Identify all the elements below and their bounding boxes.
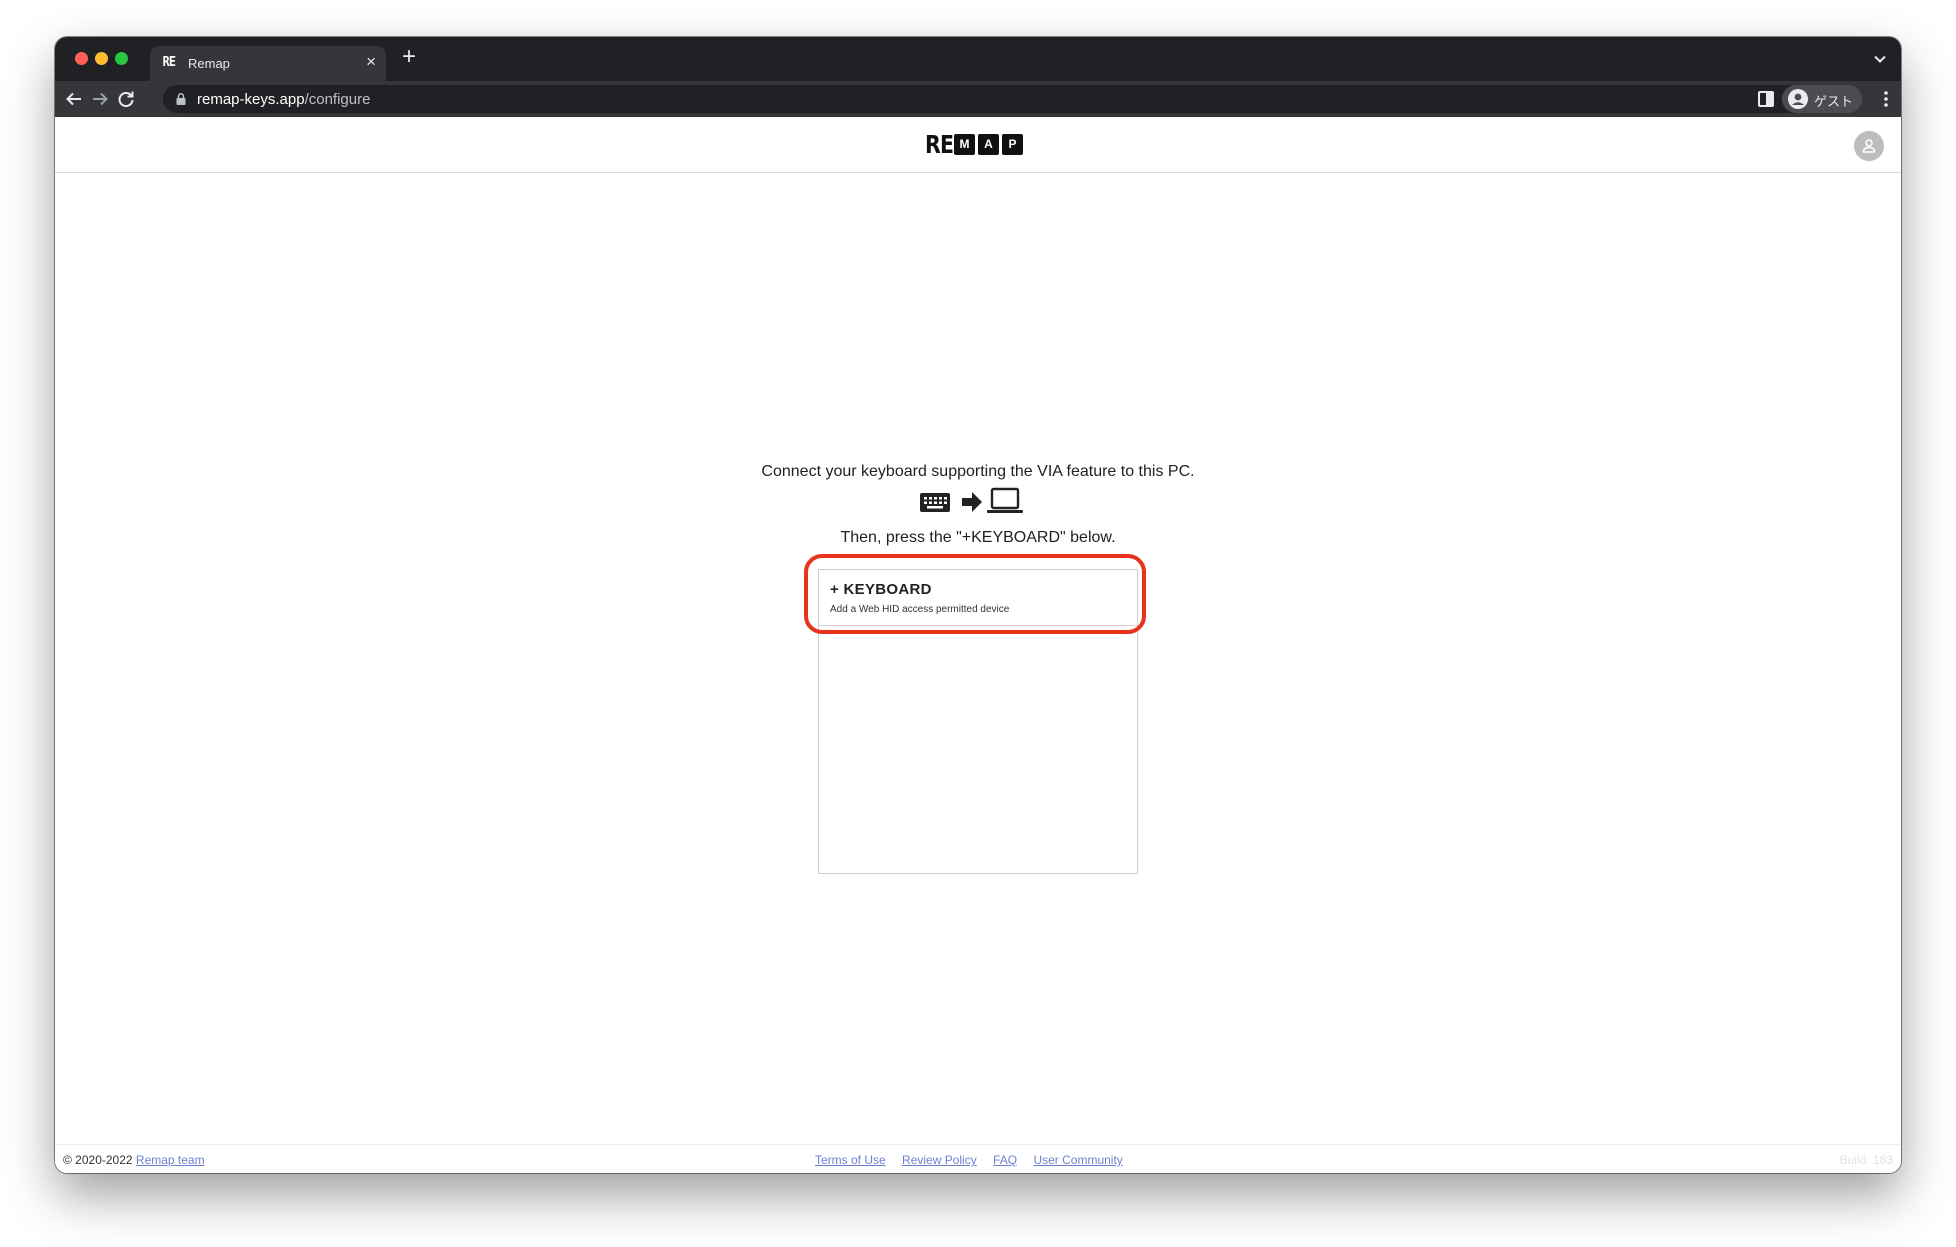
remap-team-link[interactable]: Remap team (136, 1153, 205, 1167)
url-path: /configure (304, 91, 371, 108)
arrow-right-icon (962, 492, 982, 512)
lock-icon[interactable] (175, 92, 187, 106)
browser-tab[interactable]: RE Remap × (150, 46, 386, 81)
terms-of-use-link[interactable]: Terms of Use (815, 1153, 886, 1167)
add-keyboard-button[interactable]: + KEYBOARD Add a Web HID access permitte… (819, 570, 1137, 626)
copyright-text: © 2020-2022 Remap team (63, 1153, 205, 1167)
logo-box-a: A (978, 133, 999, 155)
minimize-window-button[interactable] (95, 52, 108, 65)
remap-favicon-icon: RE (162, 55, 176, 70)
new-tab-button[interactable]: + (402, 43, 416, 71)
account-button[interactable] (1854, 131, 1884, 161)
tab-title: Remap (188, 56, 230, 71)
connect-instruction: Connect your keyboard supporting the VIA… (761, 463, 1195, 480)
remap-logo[interactable]: RE M A P (925, 129, 1023, 159)
browser-toolbar: remap-keys.app/configure ゲスト (55, 81, 1901, 117)
faq-link[interactable]: FAQ (993, 1153, 1017, 1167)
laptop-icon (987, 487, 1023, 513)
profile-label: ゲスト (1814, 95, 1854, 110)
keyboard-list-panel: + KEYBOARD Add a Web HID access permitte… (818, 569, 1138, 874)
guest-profile-button[interactable]: ゲスト (1782, 85, 1862, 113)
forward-arrow-icon[interactable] (89, 88, 111, 110)
add-keyboard-subtitle: Add a Web HID access permitted device (830, 604, 1010, 615)
address-bar[interactable]: remap-keys.app/configure (163, 85, 1859, 113)
reload-icon[interactable] (115, 88, 137, 110)
page-content: RE M A P Connect your keyboard supportin… (55, 117, 1901, 1173)
browser-window: RE Remap × + remap-keys.app/configure ゲス… (55, 37, 1901, 1173)
footer: © 2020-2022 Remap team Terms of Use Revi… (55, 1144, 1901, 1173)
press-instruction: Then, press the "+KEYBOARD" below. (840, 529, 1116, 546)
url-host: remap-keys.app (197, 91, 305, 108)
side-panel-icon[interactable] (1755, 88, 1777, 110)
zoom-window-button[interactable] (115, 52, 128, 65)
close-window-button[interactable] (75, 52, 88, 65)
tab-strip: RE Remap × + (55, 37, 1901, 81)
keyboard-icon (920, 493, 950, 512)
logo-box-m: M (954, 133, 975, 155)
logo-prefix: RE (925, 129, 954, 159)
tab-close-button[interactable]: × (366, 52, 376, 72)
build-number: Build: 183 (1839, 1153, 1893, 1167)
add-keyboard-title: + KEYBOARD (830, 581, 932, 598)
person-outline-icon (1862, 139, 1876, 153)
kebab-menu-icon[interactable] (1883, 89, 1889, 109)
connect-diagram (920, 487, 1050, 517)
tab-search-chevron-icon[interactable] (1873, 52, 1887, 66)
app-header: RE M A P (55, 117, 1901, 173)
profile-icon (1788, 89, 1808, 109)
footer-links: Terms of Use Review Policy FAQ User Comm… (815, 1153, 1136, 1167)
review-policy-link[interactable]: Review Policy (902, 1153, 977, 1167)
back-arrow-icon[interactable] (63, 88, 85, 110)
user-community-link[interactable]: User Community (1033, 1153, 1122, 1167)
copyright-label: © 2020-2022 (63, 1153, 133, 1167)
url-text: remap-keys.app/configure (197, 91, 370, 108)
logo-box-p: P (1002, 133, 1023, 155)
